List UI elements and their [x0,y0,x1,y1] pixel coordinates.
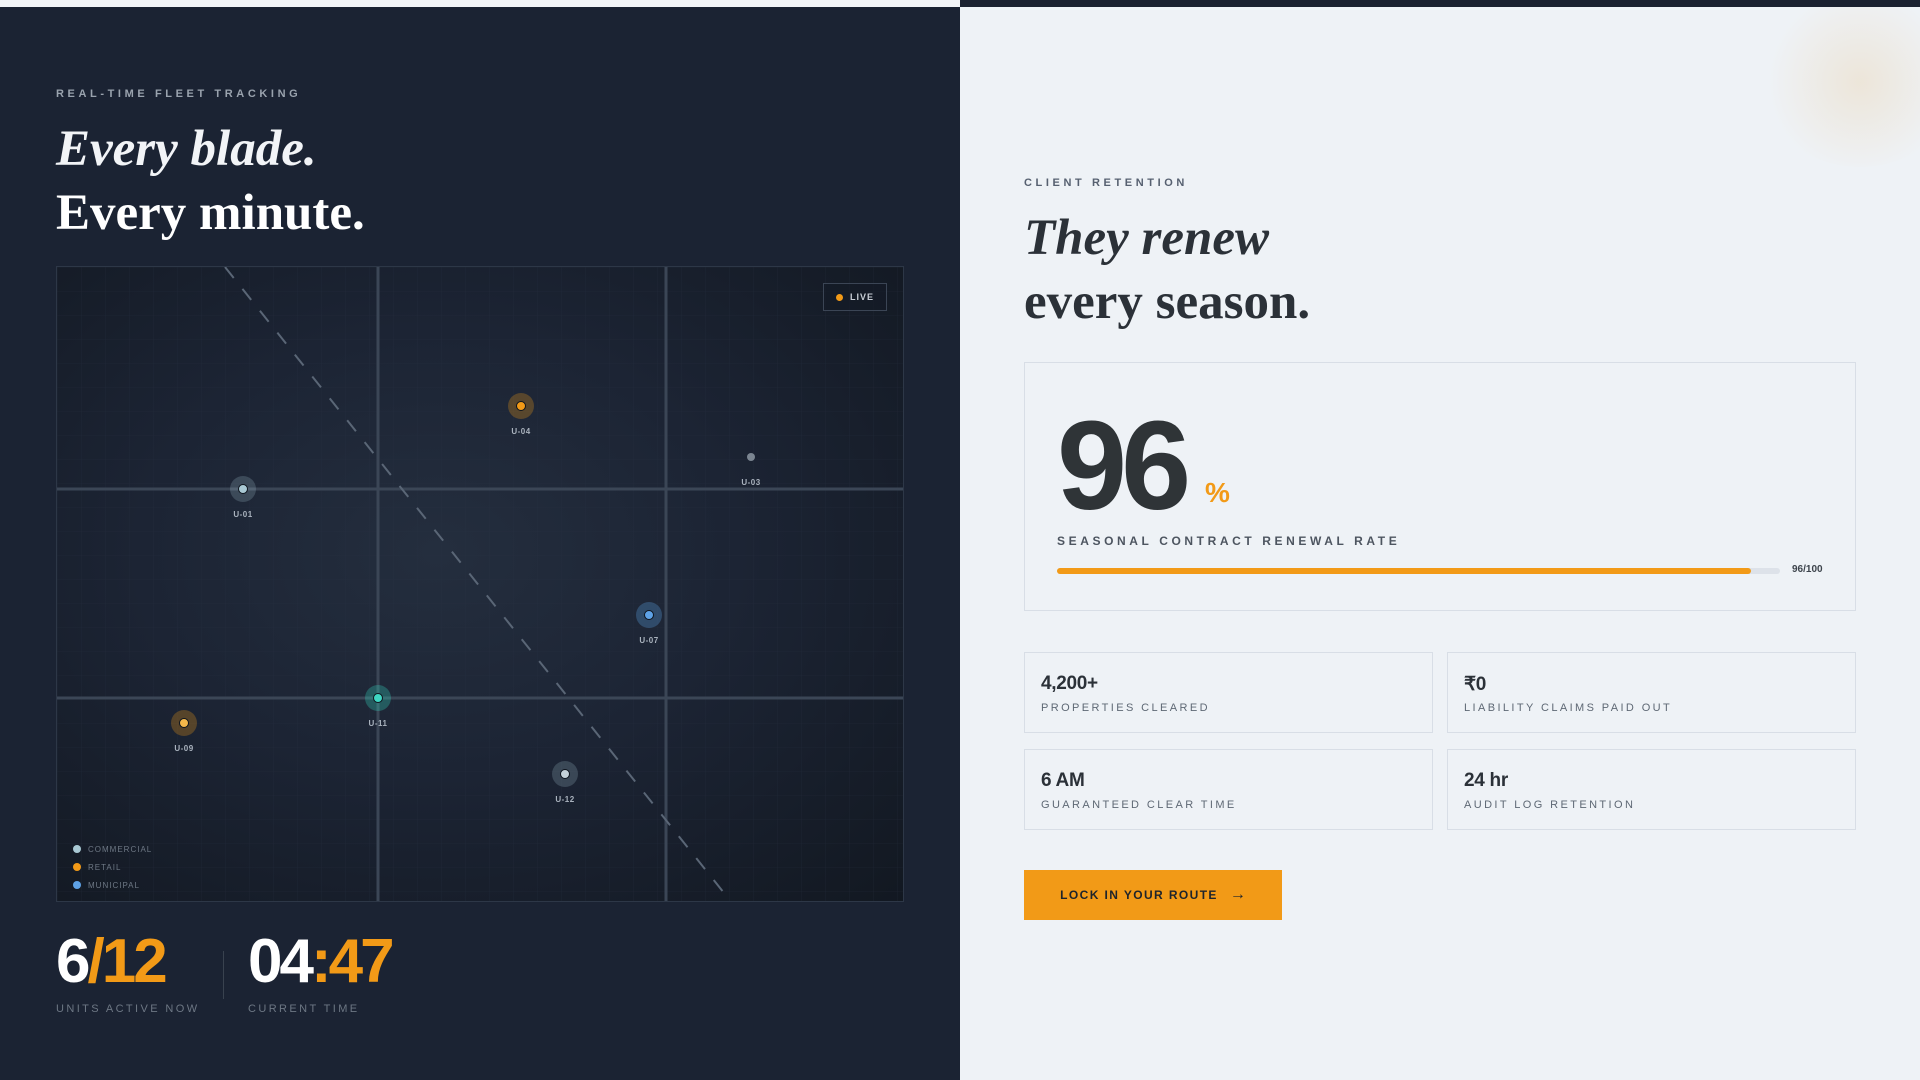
stat-divider [223,951,224,999]
clock-label: CURRENT TIME [248,1003,360,1015]
stat-tile: 6 AM GUARANTEED CLEAR TIME [1024,749,1433,830]
renewal-rate-value: 96 [1057,395,1191,536]
stat-tile: 24 hr AUDIT LOG RETENTION [1447,749,1856,830]
legend-label: RETAIL [88,862,122,872]
units-active-stat: 6/12 UNITS ACTIVE NOW [56,927,200,1016]
stat-tile: 4,200+ PROPERTIES CLEARED [1024,652,1433,733]
live-dot-icon [835,293,843,301]
unit-label: U-07 [639,636,659,645]
renewal-progress-bar [1057,568,1780,574]
renewal-rate-label: SEASONAL CONTRACT RENEWAL RATE [1057,534,1401,548]
unit-label: U-03 [741,478,761,487]
legend-swatch [73,863,81,871]
legend-swatch [73,845,81,853]
clock-stat: 04:47 CURRENT TIME [248,927,395,1016]
stat-label: AUDIT LOG RETENTION [1464,799,1636,811]
legend-item: RETAIL [73,858,152,876]
live-badge: LIVE [823,283,887,311]
top-strip-left [0,0,960,7]
corner-glow [1760,7,1920,167]
fleet-map[interactable]: U-04 U-03 U-01 U-07 U-11 U-09 U-12 LIVE … [56,266,904,902]
fleet-tracking-panel: REAL-TIME FLEET TRACKING Every blade. Ev… [0,7,960,1080]
units-active-label: UNITS ACTIVE NOW [56,1003,200,1015]
stat-value: 4,200+ [1041,673,1098,694]
legend-item: COMMERCIAL [73,840,152,858]
renewal-progress-fill [1057,568,1752,574]
stat-label: GUARANTEED CLEAR TIME [1041,799,1237,811]
retention-eyebrow: CLIENT RETENTION [1024,177,1188,189]
fleet-headline-italic: Every blade. [56,121,317,177]
legend-swatch [73,881,81,889]
stat-label: PROPERTIES CLEARED [1041,702,1210,714]
client-retention-panel: CLIENT RETENTION They renew every season… [960,7,1920,1080]
legend-item: MUNICIPAL [73,876,152,894]
unit-label: U-09 [174,744,194,753]
arrow-right-icon: → [1229,886,1246,903]
stat-value: 24 hr [1464,770,1508,791]
unit-label: U-04 [511,427,531,436]
legend-label: MUNICIPAL [88,880,140,890]
unit-label: U-11 [368,719,388,728]
unit-label: U-12 [555,795,575,804]
unit-label: U-01 [233,510,253,519]
top-strip-right [960,0,1920,7]
units-active-value: 6/12 [56,927,168,996]
stat-label: LIABILITY CLAIMS PAID OUT [1464,702,1673,714]
retention-headline-bold: every season. [1024,274,1311,330]
renewal-score: 96/100 [1792,564,1823,575]
renewal-rate-card: 96 % SEASONAL CONTRACT RENEWAL RATE 96/1… [1024,362,1856,611]
fleet-eyebrow: REAL-TIME FLEET TRACKING [56,88,302,100]
stat-tile: ₹0 LIABILITY CLAIMS PAID OUT [1447,652,1856,733]
fleet-headline-bold: Every minute. [56,185,365,241]
renewal-rate-unit: % [1205,477,1230,508]
map-legend: COMMERCIAL RETAIL MUNICIPAL [73,840,152,894]
clock-value: 04:47 [248,927,395,996]
legend-label: COMMERCIAL [88,844,153,854]
live-label: LIVE [849,292,874,302]
map-grid [57,267,903,901]
retention-headline-italic: They renew [1024,210,1270,266]
lock-in-route-button[interactable]: LOCK IN YOUR ROUTE → [1024,870,1282,920]
cta-label: LOCK IN YOUR ROUTE [1060,888,1218,902]
stat-value: ₹0 [1464,674,1487,695]
stat-value: 6 AM [1041,770,1085,791]
